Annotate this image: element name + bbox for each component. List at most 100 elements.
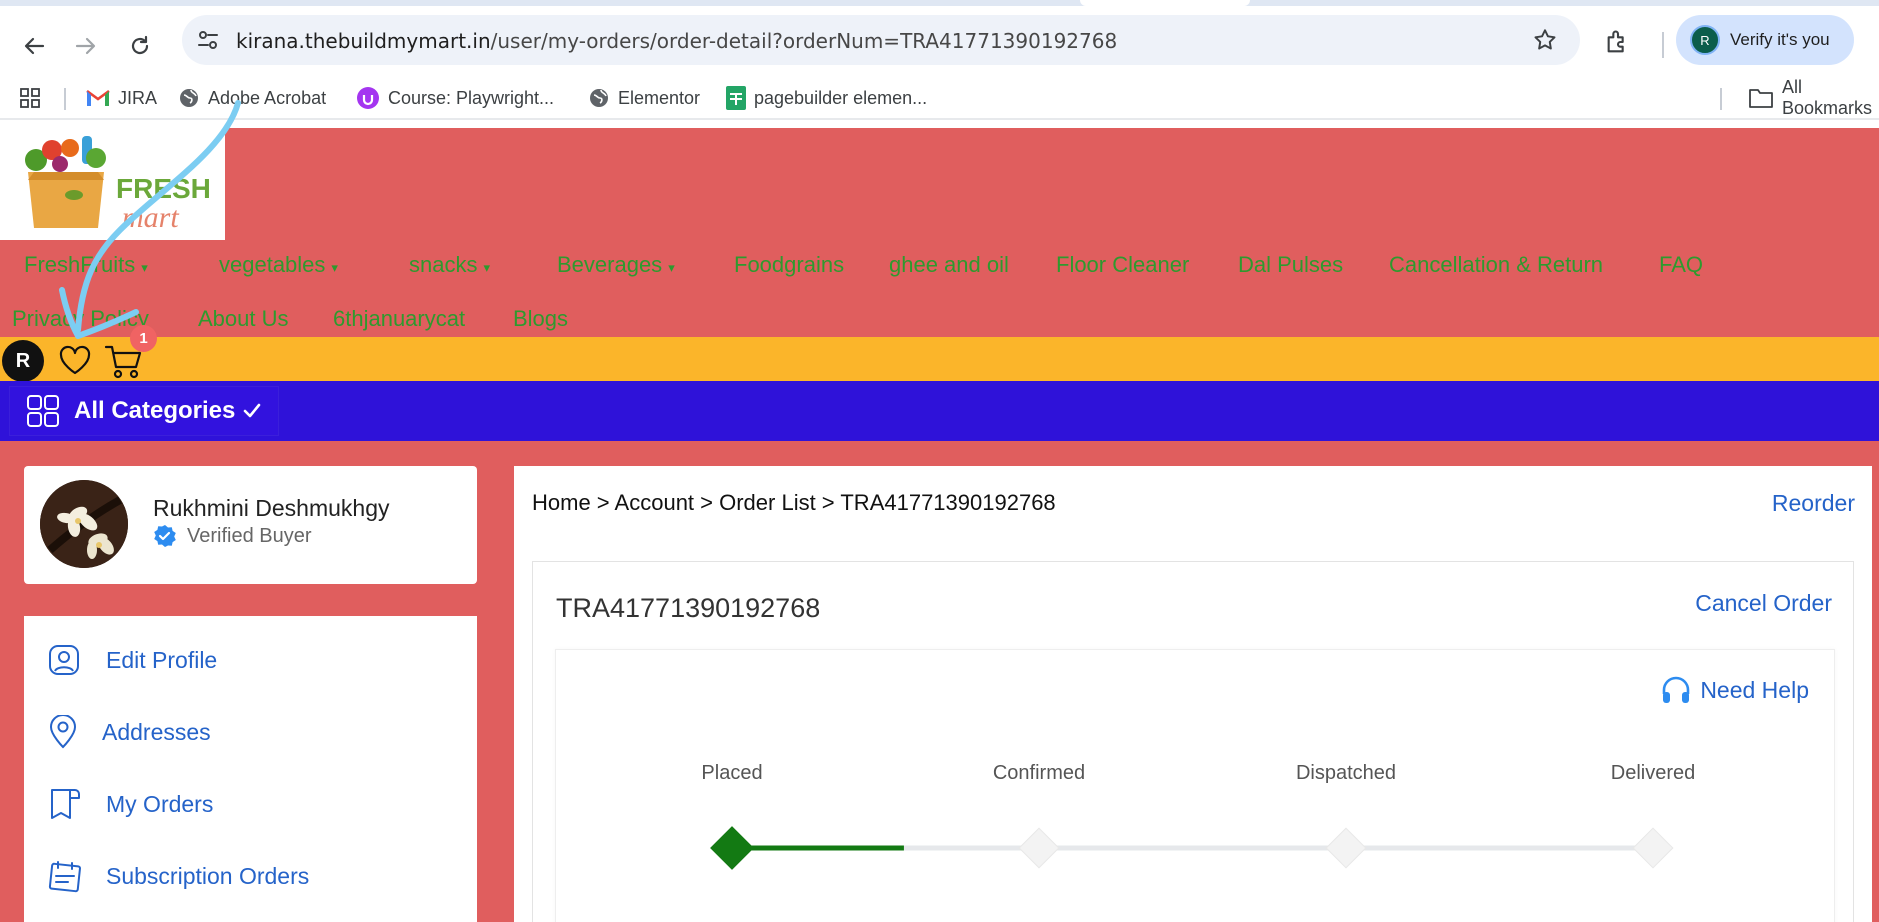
nav-freshfruits[interactable]: FreshFruits ▾ [24, 252, 148, 278]
url-text[interactable]: kirana.thebuildmymart.in/user/my-orders/… [236, 29, 1117, 53]
verified-label: Verified Buyer [187, 524, 312, 547]
bookmark-jira[interactable]: JIRA [86, 84, 157, 112]
cart-count-badge: 1 [130, 325, 157, 352]
reload-icon [131, 35, 149, 55]
sheets-icon [726, 86, 746, 110]
step-label-placed: Placed [701, 762, 763, 784]
profile-name: Rukhmini Deshmukhgy [153, 495, 390, 521]
sidebar-item-label: Subscription Orders [106, 862, 310, 889]
url-path: /user/my-orders/order-detail?orderNum=TR… [490, 29, 1118, 53]
account-sidebar: Edit Profile Addresses My Orders Subscri… [24, 616, 477, 922]
all-categories-label: All Categories [74, 397, 236, 424]
nav-faq[interactable]: FAQ [1659, 252, 1703, 278]
order-number: TRA41771390192768 [556, 593, 821, 623]
user-avatar[interactable]: R [2, 340, 44, 382]
verify-identity-button[interactable]: R Verify it's you [1676, 15, 1854, 65]
nav-vegetables[interactable]: vegetables ▾ [219, 252, 338, 278]
nav-cancellation-return[interactable]: Cancellation & Return [1389, 252, 1603, 278]
nav-6thjanuarycat[interactable]: 6thjanuarycat [333, 306, 465, 332]
profile-card: Rukhmini Deshmukhgy Verified Buyer [24, 466, 477, 584]
chevron-down-icon: ▾ [668, 260, 675, 275]
step-marker-delivered [1632, 827, 1674, 869]
nav-label: FreshFruits [24, 252, 136, 277]
nav-privacy-policy[interactable]: Privacy Policy [12, 306, 149, 332]
nav-label: snacks [409, 252, 478, 277]
verified-badge-icon [154, 525, 176, 547]
bookmark-label: Elementor [618, 87, 701, 108]
need-help-label: Need Help [1700, 676, 1809, 703]
globe-icon [588, 87, 610, 109]
gmail-icon [86, 89, 110, 107]
nav-about-us[interactable]: About Us [198, 306, 289, 332]
chevron-down-icon: ▾ [141, 260, 148, 275]
nav-dal-pulses[interactable]: Dal Pulses [1238, 252, 1343, 278]
sidebar-item-label: Edit Profile [106, 646, 218, 673]
user-actions-bar [0, 337, 1879, 381]
nav-blogs[interactable]: Blogs [513, 306, 568, 332]
order-card: TRA41771390192768 Cancel Order Need Help… [532, 561, 1854, 922]
udemy-icon [356, 86, 380, 110]
chevron-down-icon: ▾ [483, 260, 491, 275]
address-bar[interactable]: kirana.thebuildmymart.in/user/my-orders/… [182, 15, 1580, 65]
nav-label: Beverages [557, 252, 663, 277]
globe-icon [178, 87, 200, 109]
step-marker-placed [710, 826, 754, 870]
categories-grid-icon [27, 395, 59, 427]
bookmark-course-playwright[interactable]: Course: Playwright... [356, 84, 554, 112]
url-host: kirana.thebuildmymart.in [236, 29, 491, 53]
cancel-order-button[interactable]: Cancel Order [1695, 590, 1832, 617]
nav-foodgrains[interactable]: Foodgrains [734, 252, 844, 278]
bookmark-elementor[interactable]: Elementor [588, 84, 700, 112]
bookmarks-bar: JIRA Adobe Acrobat Course: Playwright...… [0, 76, 1879, 120]
apps-button[interactable] [18, 84, 42, 112]
all-categories-button[interactable]: All Categories [10, 387, 278, 435]
location-pin-icon [48, 715, 84, 749]
need-help-button[interactable]: Need Help [1660, 674, 1809, 706]
site-logo[interactable]: FRESH mart [0, 128, 225, 240]
nav-beverages[interactable]: Beverages ▾ [557, 252, 675, 278]
sidebar-item-subscription-orders[interactable]: Subscription Orders [48, 856, 309, 896]
logo-text-fresh: FRESH [116, 173, 211, 204]
heart-icon[interactable] [58, 345, 92, 380]
bookmark-star-icon[interactable] [1532, 27, 1558, 58]
extensions-icon[interactable] [1604, 28, 1632, 61]
forward-arrow-icon [75, 37, 96, 55]
bookmark-pagebuilder[interactable]: pagebuilder elemen... [726, 84, 927, 112]
back-button[interactable] [14, 26, 54, 66]
nav-floor-cleaner[interactable]: Floor Cleaner [1056, 252, 1189, 278]
verified-status: Verified Buyer [153, 524, 312, 548]
bookmark-separator [1720, 88, 1722, 110]
step-label-delivered: Delivered [1610, 762, 1696, 784]
toolbar-separator [1662, 32, 1664, 58]
breadcrumb[interactable]: Home > Account > Order List > TRA4177139… [532, 490, 1056, 516]
category-bar: All Categories [0, 381, 1879, 441]
nav-snacks[interactable]: snacks ▾ [409, 252, 490, 278]
sidebar-item-label: Addresses [102, 718, 211, 745]
bookmark-label: Course: Playwright... [388, 87, 555, 108]
bookmark-label: Adobe Acrobat [208, 87, 327, 108]
bookmark-label: JIRA [118, 87, 158, 108]
order-tracking-box: Need Help Placed Confirmed Dispatched Deliv… [555, 649, 1835, 922]
bookmark-label: All Bookmarks [1782, 77, 1873, 118]
sidebar-item-my-orders[interactable]: My Orders [48, 784, 213, 824]
verify-label: Verify it's you [1730, 30, 1830, 49]
order-detail-panel: Home > Account > Order List > TRA4177139… [514, 466, 1872, 922]
sidebar-item-edit-profile[interactable]: Edit Profile [48, 640, 217, 680]
forward-button[interactable] [66, 26, 106, 66]
site-settings-icon[interactable] [196, 28, 220, 57]
order-progress-tracker [710, 826, 1674, 870]
apps-grid-icon [20, 88, 40, 108]
sidebar-item-addresses[interactable]: Addresses [48, 712, 211, 752]
reload-button[interactable] [120, 26, 160, 66]
all-bookmarks-button[interactable]: All Bookmarks [1748, 77, 1879, 118]
chevron-down-icon: ▾ [331, 260, 338, 275]
sidebar-item-label: My Orders [106, 790, 214, 817]
nav-label: vegetables [219, 252, 326, 277]
reorder-button[interactable]: Reorder [1772, 490, 1855, 517]
bookmark-adobe-acrobat[interactable]: Adobe Acrobat [178, 84, 326, 112]
headphones-icon [1663, 676, 1690, 703]
user-icon [48, 644, 88, 676]
profile-avatar: R [1690, 25, 1720, 55]
nav-ghee-and-oil[interactable]: ghee and oil [889, 252, 1009, 278]
step-marker-dispatched [1325, 827, 1367, 869]
